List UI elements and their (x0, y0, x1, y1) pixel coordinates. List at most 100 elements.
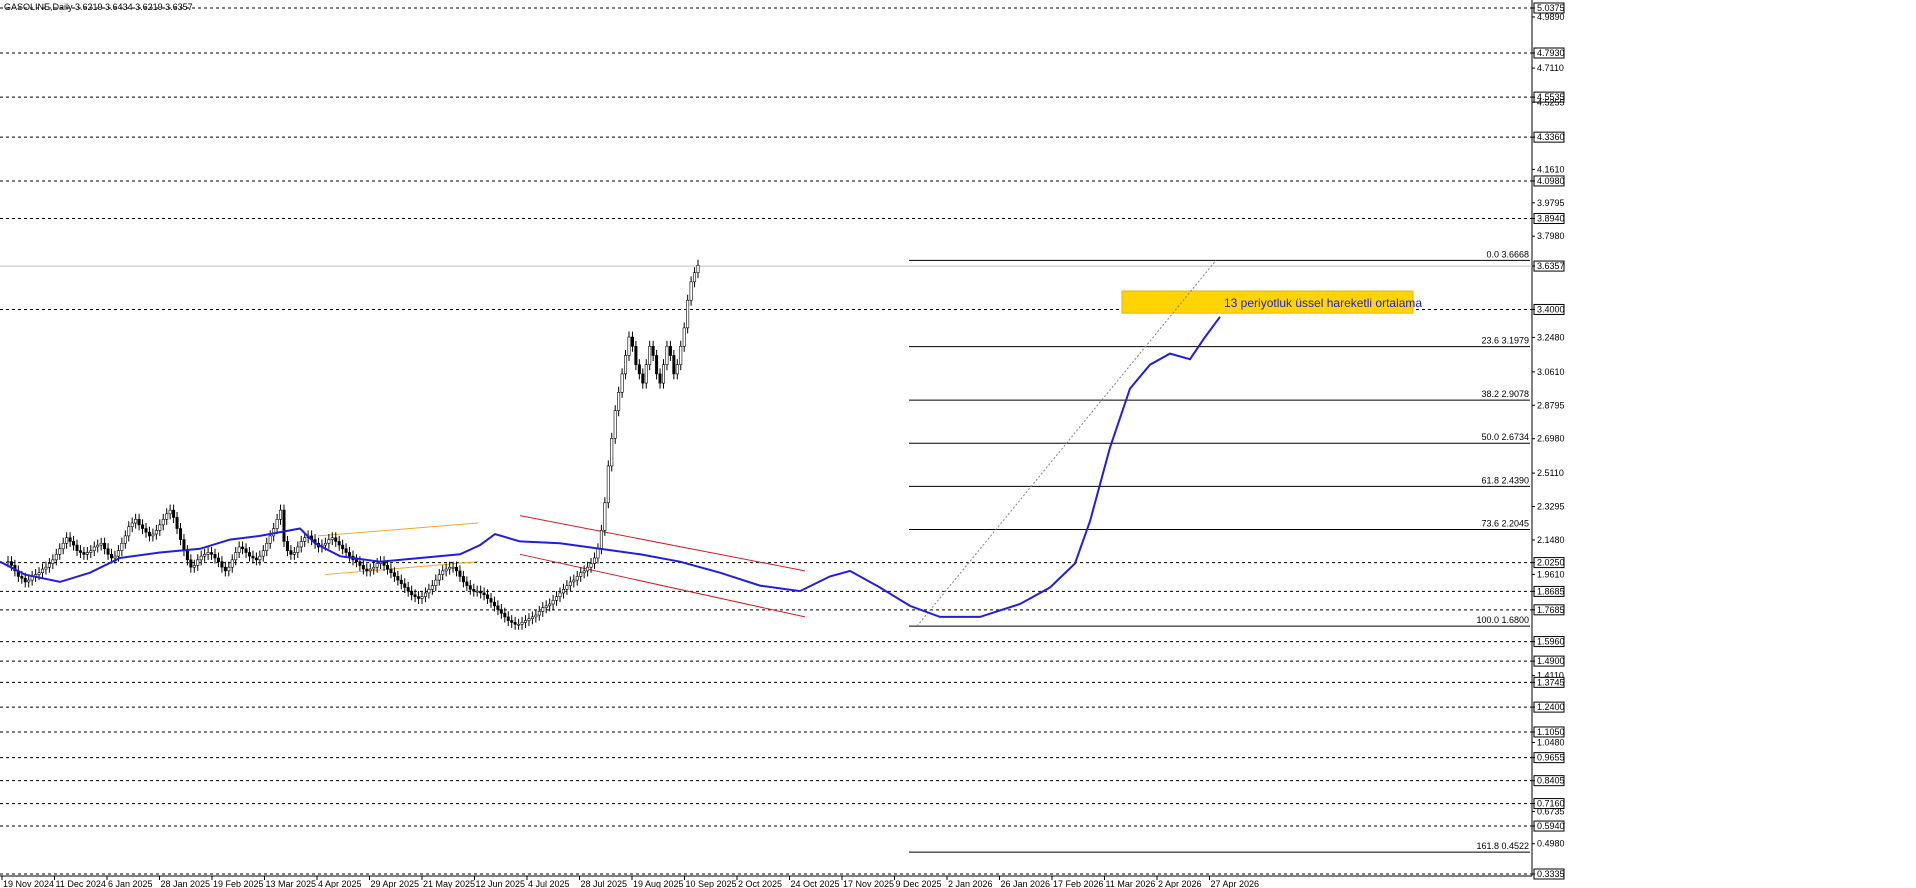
price-label: 1.3745 (1537, 677, 1565, 687)
fib-label: 50.0 2.6734 (1481, 432, 1529, 442)
candle-body (154, 530, 158, 535)
candle-body (423, 592, 427, 597)
date-label: 2 Oct 2025 (738, 879, 782, 888)
price-label: 4.7930 (1537, 48, 1565, 58)
candle-body (268, 535, 272, 544)
ema-annotation: 13 periyotluk üssel hareketli ortalama (1224, 296, 1422, 310)
candle-body (337, 541, 341, 546)
candle-body (65, 537, 69, 544)
price-label: 4.9890 (1537, 12, 1565, 22)
candle-body (492, 601, 496, 607)
date-label: 17 Nov 2025 (843, 879, 894, 888)
candle-body (203, 554, 207, 557)
candle-body (385, 565, 389, 570)
price-label: 3.7980 (1537, 231, 1565, 241)
candle-body (244, 548, 248, 553)
candle-body (579, 572, 583, 577)
price-label: 3.2480 (1537, 332, 1565, 342)
candle-body (358, 561, 362, 566)
candle-body (40, 568, 44, 574)
candle-body (465, 581, 469, 586)
price-label: 1.8685 (1537, 586, 1565, 596)
candle-body (375, 563, 379, 568)
candle-body (110, 554, 114, 559)
candle-body (20, 576, 24, 579)
candle-body (237, 546, 241, 553)
candle-body (541, 607, 545, 612)
candle-body (620, 373, 624, 393)
candle-body (537, 611, 541, 616)
date-label: 19 Feb 2025 (213, 879, 264, 888)
date-label: 9 Dec 2025 (896, 879, 942, 888)
candle-body (427, 588, 431, 594)
candle-body (406, 587, 410, 592)
price-label: 4.5255 (1537, 97, 1565, 107)
candle-body (517, 623, 521, 626)
price-label: 4.7110 (1537, 63, 1564, 73)
candle-body (234, 552, 238, 561)
date-label: 4 Jul 2025 (528, 879, 570, 888)
candle-body (575, 576, 579, 581)
candle-body (72, 541, 76, 546)
chart-area: 0.0 3.6668 23.6 3.1979 38.2 2.9078 50.0 2.6… (0, 0, 1916, 888)
price-label: 3.8940 (1537, 214, 1565, 224)
candle-body (637, 364, 641, 375)
fib-label: 23.6 3.1979 (1481, 336, 1529, 346)
candle-body (254, 557, 258, 561)
candle-body (196, 559, 200, 566)
candle-body (47, 563, 51, 568)
candle-body (147, 531, 151, 537)
candle-body (23, 577, 27, 583)
candle-body (434, 579, 438, 586)
candle-body (420, 596, 424, 599)
candle-body (430, 585, 434, 590)
candle-body (223, 566, 227, 572)
candle-body (92, 546, 96, 551)
candle-body (624, 355, 628, 375)
candle-body (172, 509, 176, 518)
candle-body (251, 555, 255, 559)
candle-body (651, 345, 655, 356)
candle-body (548, 603, 552, 607)
candle-body (555, 596, 559, 601)
candle-body (437, 574, 441, 581)
candle-body (627, 336, 631, 356)
candle-body (586, 566, 590, 572)
date-label: 10 Sep 2025 (686, 879, 737, 888)
candle-body (185, 550, 189, 561)
candle-body (475, 590, 479, 593)
price-label: 4.3360 (1537, 132, 1565, 142)
candle-body (641, 373, 645, 384)
price-label: 3.9795 (1537, 198, 1565, 208)
candle-body (448, 566, 452, 570)
candle-body (58, 548, 62, 555)
candle-body (510, 620, 514, 623)
candle-body (634, 345, 638, 365)
candle-body (37, 572, 41, 575)
candle-body (399, 579, 403, 585)
candle-body (606, 465, 610, 504)
candle-body (137, 519, 141, 526)
candle-body (175, 517, 179, 529)
candle-body (179, 528, 183, 540)
price-label: 2.8795 (1537, 400, 1565, 410)
price-label: 1.1050 (1537, 727, 1565, 737)
candle-body (292, 552, 296, 555)
candle-body (506, 616, 510, 621)
candle-body (551, 600, 555, 605)
candle-body (330, 537, 334, 540)
candle-body (182, 539, 186, 551)
price-label: 2.0250 (1537, 558, 1565, 568)
fib-label: 0.0 3.6668 (1486, 249, 1529, 259)
candle-body (348, 552, 352, 557)
candle-body (341, 544, 345, 550)
candle-body (648, 345, 652, 365)
date-label: 2 Apr 2026 (1158, 879, 1202, 888)
candle-body (668, 345, 672, 356)
date-label: 19 Aug 2025 (633, 879, 684, 888)
candle-body (216, 557, 220, 562)
date-label: 29 Apr 2025 (371, 879, 420, 888)
candle-body (458, 570, 462, 577)
candle-body (486, 594, 490, 599)
candle-body (675, 364, 679, 375)
